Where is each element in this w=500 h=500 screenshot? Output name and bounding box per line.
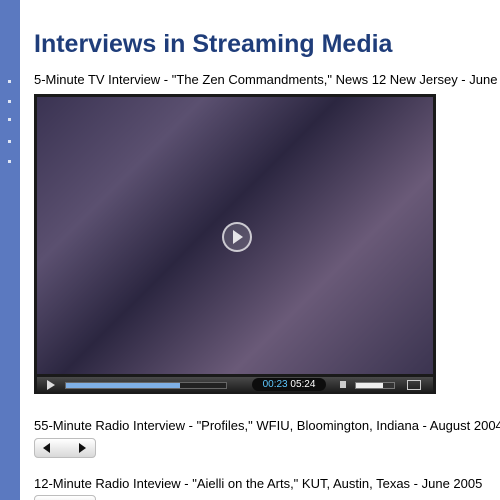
play-icon[interactable] — [47, 380, 55, 390]
progress-fill — [66, 383, 180, 388]
interview-caption-1: 5-Minute TV Interview - "The Zen Command… — [34, 72, 500, 87]
sidebar-dot — [8, 160, 11, 163]
current-time: 00:23 — [262, 379, 288, 390]
time-display: 00:23 05:24 — [252, 378, 326, 391]
sidebar-strip — [0, 0, 20, 500]
rewind-icon[interactable] — [43, 443, 50, 453]
video-player[interactable]: 00:23 05:24 — [34, 94, 436, 394]
main-content: Interviews in Streaming Media 5-Minute T… — [20, 0, 500, 500]
play-circle-icon[interactable] — [222, 222, 252, 252]
sidebar-dot — [8, 80, 11, 83]
progress-bar[interactable] — [65, 382, 227, 389]
interview-caption-3: 12-Minute Radio Inteview - "Aielli on th… — [34, 476, 483, 491]
play-triangle — [233, 230, 243, 244]
player-controls: 00:23 05:24 — [37, 377, 433, 392]
sidebar-dot — [8, 118, 11, 121]
video-frame[interactable] — [37, 97, 433, 374]
interview-caption-2: 55-Minute Radio Interview - "Profiles," … — [34, 418, 500, 433]
volume-fill — [356, 383, 383, 388]
audio-player-1[interactable] — [34, 438, 96, 458]
play-icon[interactable] — [79, 443, 86, 453]
page-title: Interviews in Streaming Media — [34, 30, 393, 58]
sidebar-dot — [8, 140, 11, 143]
duration: 05:24 — [290, 379, 316, 390]
speaker-icon[interactable] — [340, 381, 346, 388]
sidebar-dot — [8, 100, 11, 103]
audio-player-2[interactable] — [34, 495, 96, 500]
volume-slider[interactable] — [355, 382, 395, 389]
fullscreen-icon[interactable] — [407, 380, 421, 390]
